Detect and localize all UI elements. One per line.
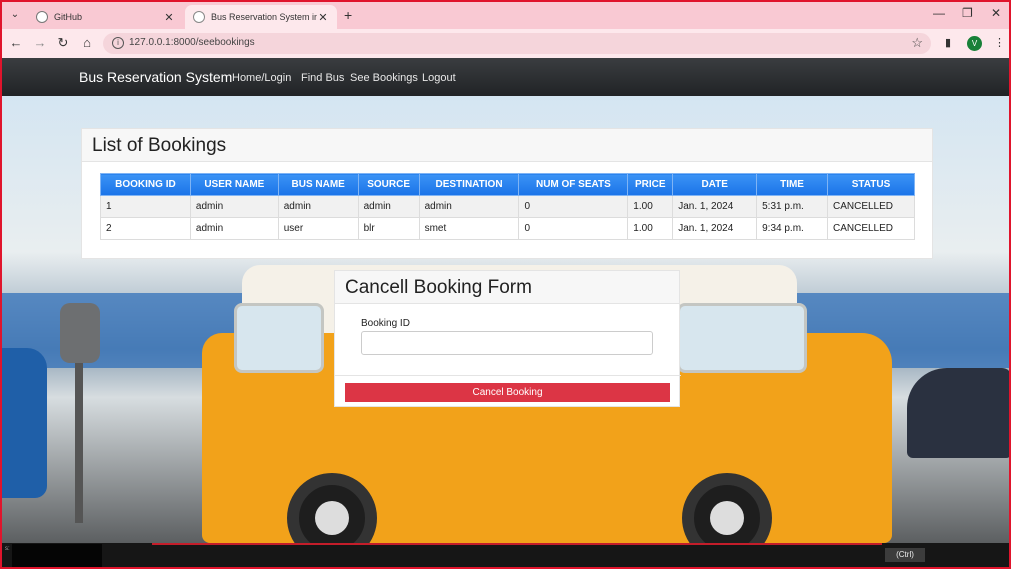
bookings-heading: List of Bookings <box>92 135 227 156</box>
home-icon[interactable]: ⌂ <box>79 35 95 50</box>
table-cell: Jan. 1, 2024 <box>672 217 758 240</box>
cancel-form-heading: Cancell Booking Form <box>345 277 532 298</box>
tab-close-icon[interactable]: ✕ <box>163 11 175 24</box>
tab-close-icon[interactable]: ✕ <box>317 11 329 24</box>
profile-avatar[interactable]: V <box>967 36 982 51</box>
tab-search-icon[interactable]: ⌄ <box>7 7 23 23</box>
taskbar-corner-text: s: <box>5 546 10 552</box>
table-cell: admin <box>418 195 520 218</box>
table-cell: 1.00 <box>627 217 674 240</box>
address-bar[interactable]: i 127.0.0.1:8000/seebookings ☆ <box>103 33 931 54</box>
table-cell: user <box>277 217 359 240</box>
table-cell: Jan. 1, 2024 <box>672 195 758 218</box>
parking-meter-pole-image <box>75 363 83 523</box>
table-cell: admin <box>189 217 279 240</box>
table-cell: admin <box>277 195 359 218</box>
column-header: USER NAME <box>189 173 279 196</box>
minimize-icon[interactable]: — <box>933 6 945 20</box>
tab-title: GitHub <box>54 12 83 22</box>
cancel-form-header: Cancell Booking Form <box>335 271 679 304</box>
nav-link-see-bookings[interactable]: See Bookings <box>350 72 418 84</box>
table-cell: admin <box>357 195 420 218</box>
forward-arrow-icon[interactable]: → <box>32 35 48 50</box>
table-cell: 1 <box>100 195 191 218</box>
parking-meter-image <box>60 303 100 363</box>
table-cell: 1.00 <box>627 195 674 218</box>
page-viewport: Bus Reservation System Home/Login Find B… <box>2 58 1009 543</box>
bookings-card-header: List of Bookings <box>82 129 932 162</box>
table-cell: blr <box>357 217 420 240</box>
taskbar-left-area <box>12 544 102 567</box>
window-close-icon[interactable]: ✕ <box>991 6 1001 20</box>
github-favicon-icon <box>36 11 48 23</box>
new-tab-plus-icon[interactable]: + <box>344 7 352 23</box>
table-cell: CANCELLED <box>826 217 916 240</box>
table-header-row: BOOKING ID USER NAME BUS NAME SOURCE DES… <box>100 173 916 196</box>
taskbar-accent-line <box>152 543 882 545</box>
site-navbar: Bus Reservation System Home/Login Find B… <box>2 58 1009 96</box>
url-text[interactable]: 127.0.0.1:8000/seebookings <box>129 37 255 48</box>
globe-favicon-icon <box>193 11 205 23</box>
site-info-icon[interactable]: i <box>112 37 124 49</box>
table-cell: 5:31 p.m. <box>756 195 828 218</box>
ime-indicator[interactable]: (Ctrl) <box>885 548 925 562</box>
table-cell: admin <box>189 195 279 218</box>
browser-tab-strip: ⌄ GitHub ✕ Bus Reservation System in Dja… <box>2 2 1009 29</box>
table-row: 2 admin user blr smet 0 1.00 Jan. 1, 202… <box>100 217 916 240</box>
column-header: BUS NAME <box>277 173 359 196</box>
column-header: TIME <box>756 173 828 196</box>
screenshot-frame: ⌄ GitHub ✕ Bus Reservation System in Dja… <box>0 0 1011 569</box>
column-header: STATUS <box>826 173 916 196</box>
nav-link-logout[interactable]: Logout <box>422 72 456 84</box>
browser-tab-bus-reservation[interactable]: Bus Reservation System in Djan ✕ <box>185 5 337 29</box>
column-header: DESTINATION <box>418 173 520 196</box>
os-taskbar: s: (Ctrl) <box>2 543 1009 567</box>
table-cell: 0 <box>518 195 629 218</box>
browser-toolbar: ← → ↻ ⌂ i 127.0.0.1:8000/seebookings ☆ ▮… <box>2 29 1009 58</box>
booking-id-input[interactable] <box>361 331 653 355</box>
van-window-image <box>677 303 807 373</box>
table-cell: 0 <box>518 217 629 240</box>
tab-title: Bus Reservation System in Djan <box>211 12 317 22</box>
table-cell: 9:34 p.m. <box>756 217 828 240</box>
side-panel-icon[interactable]: ▮ <box>945 36 951 49</box>
van-window-image <box>234 303 324 373</box>
restore-icon[interactable]: ❐ <box>962 6 973 20</box>
table-cell: smet <box>418 217 520 240</box>
column-header: NUM OF SEATS <box>518 173 629 196</box>
nav-link-home-login[interactable]: Home/Login <box>232 72 291 84</box>
bookmark-star-icon[interactable]: ☆ <box>911 35 923 51</box>
menu-kebab-icon[interactable]: ⋮ <box>994 36 1005 49</box>
nav-link-find-bus[interactable]: Find Bus <box>301 72 344 84</box>
reload-icon[interactable]: ↻ <box>55 35 71 51</box>
table-row: 1 admin admin admin admin 0 1.00 Jan. 1,… <box>100 195 916 218</box>
table-cell: CANCELLED <box>826 195 916 218</box>
booking-id-label: Booking ID <box>361 318 410 329</box>
column-header: BOOKING ID <box>100 173 191 196</box>
dark-car-image <box>907 368 1009 458</box>
bookings-card: List of Bookings BOOKING ID USER NAME BU… <box>81 128 933 259</box>
browser-tab-github[interactable]: GitHub ✕ <box>28 5 183 29</box>
cancel-booking-card: Cancell Booking Form Booking ID Cancel B… <box>334 270 681 407</box>
back-arrow-icon[interactable]: ← <box>8 35 24 50</box>
column-header: DATE <box>672 173 758 196</box>
bookings-table: BOOKING ID USER NAME BUS NAME SOURCE DES… <box>100 173 916 240</box>
blue-car-image <box>2 348 47 498</box>
cancel-booking-button[interactable]: Cancel Booking <box>345 383 670 402</box>
column-header: PRICE <box>627 173 674 196</box>
form-divider <box>335 375 681 376</box>
navbar-brand[interactable]: Bus Reservation System <box>79 69 232 85</box>
table-cell: 2 <box>100 217 191 240</box>
column-header: SOURCE <box>357 173 420 196</box>
